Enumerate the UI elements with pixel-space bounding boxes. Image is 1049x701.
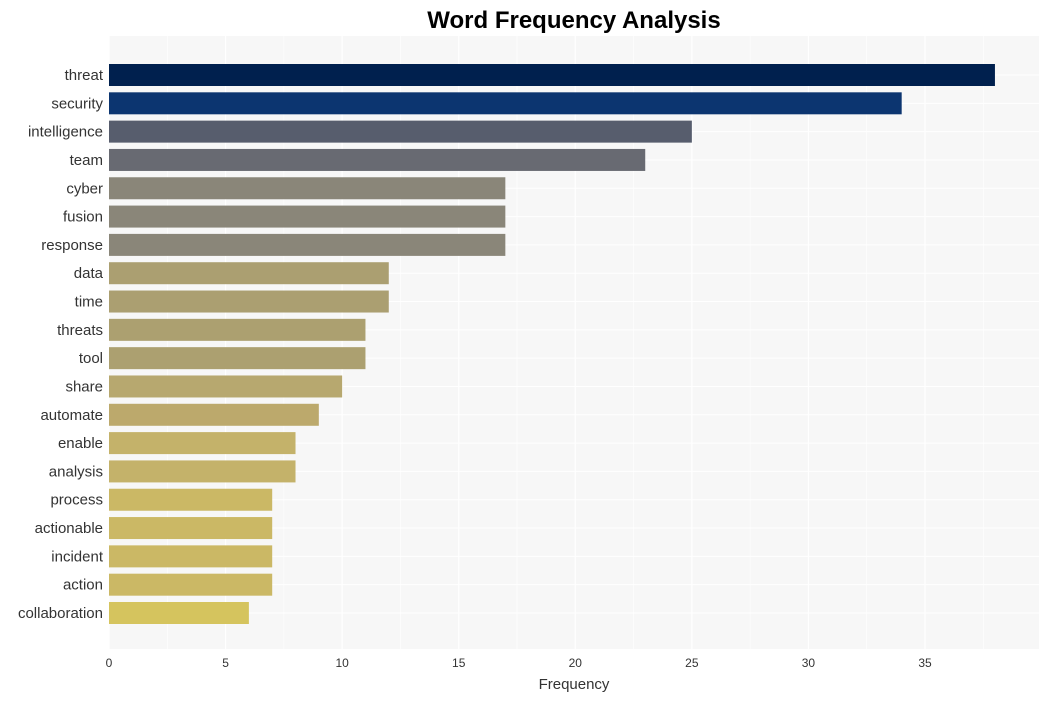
x-tick-label: 30 bbox=[802, 656, 816, 670]
y-tick-label: intelligence bbox=[28, 124, 103, 141]
y-tick-label: fusion bbox=[63, 209, 103, 226]
bar-intelligence bbox=[109, 120, 692, 143]
bar-incident bbox=[109, 545, 273, 568]
bar-process bbox=[109, 488, 273, 511]
bar-security bbox=[109, 92, 902, 115]
y-tick-label: data bbox=[74, 265, 104, 282]
y-tick-label: security bbox=[51, 95, 103, 112]
y-tick-label: cyber bbox=[66, 180, 103, 197]
x-tick-label: 0 bbox=[106, 656, 113, 670]
y-tick-label: tool bbox=[79, 350, 103, 367]
bar-action bbox=[109, 573, 273, 596]
x-tick-label: 5 bbox=[222, 656, 229, 670]
x-axis-ticks: 0 5 10 15 20 25 30 35 bbox=[106, 656, 932, 670]
x-tick-label: 10 bbox=[335, 656, 349, 670]
chart-title: Word Frequency Analysis bbox=[427, 7, 720, 34]
bar-actionable bbox=[109, 517, 273, 540]
y-tick-label: threat bbox=[65, 67, 104, 84]
bar-analysis bbox=[109, 460, 296, 483]
bar-cyber bbox=[109, 177, 506, 200]
bar-enable bbox=[109, 432, 296, 455]
y-tick-label: share bbox=[65, 378, 103, 395]
x-axis-label: Frequency bbox=[539, 676, 610, 693]
y-tick-label: team bbox=[70, 152, 103, 169]
bar-chart: threat security intelligence team cyber fusio… bbox=[18, 7, 1039, 693]
y-tick-label: incident bbox=[51, 548, 104, 565]
bar-threat bbox=[109, 64, 995, 86]
y-tick-label: collaboration bbox=[18, 605, 103, 622]
bar-response bbox=[109, 233, 506, 256]
x-tick-label: 35 bbox=[918, 656, 932, 670]
y-tick-label: enable bbox=[58, 435, 103, 452]
y-tick-label: automate bbox=[40, 407, 103, 424]
x-tick-label: 15 bbox=[452, 656, 466, 670]
y-tick-label: analysis bbox=[49, 463, 103, 480]
x-tick-label: 25 bbox=[685, 656, 699, 670]
bar-collaboration bbox=[109, 602, 249, 624]
y-tick-label: threats bbox=[57, 322, 103, 339]
bar-data bbox=[109, 262, 389, 285]
bar-share bbox=[109, 375, 343, 398]
bar-team bbox=[109, 148, 646, 171]
bar-automate bbox=[109, 403, 319, 426]
y-tick-label: action bbox=[63, 577, 103, 594]
y-tick-label: actionable bbox=[35, 520, 103, 537]
bar-tool bbox=[109, 347, 366, 370]
bar-threats bbox=[109, 318, 366, 341]
y-axis-labels: threat security intelligence team cyber fusio… bbox=[18, 67, 104, 622]
y-tick-label: response bbox=[41, 237, 103, 254]
bar-time bbox=[109, 290, 389, 313]
y-tick-label: time bbox=[75, 294, 103, 311]
x-tick-label: 20 bbox=[569, 656, 583, 670]
bar-fusion bbox=[109, 205, 506, 228]
y-tick-label: process bbox=[50, 492, 103, 509]
